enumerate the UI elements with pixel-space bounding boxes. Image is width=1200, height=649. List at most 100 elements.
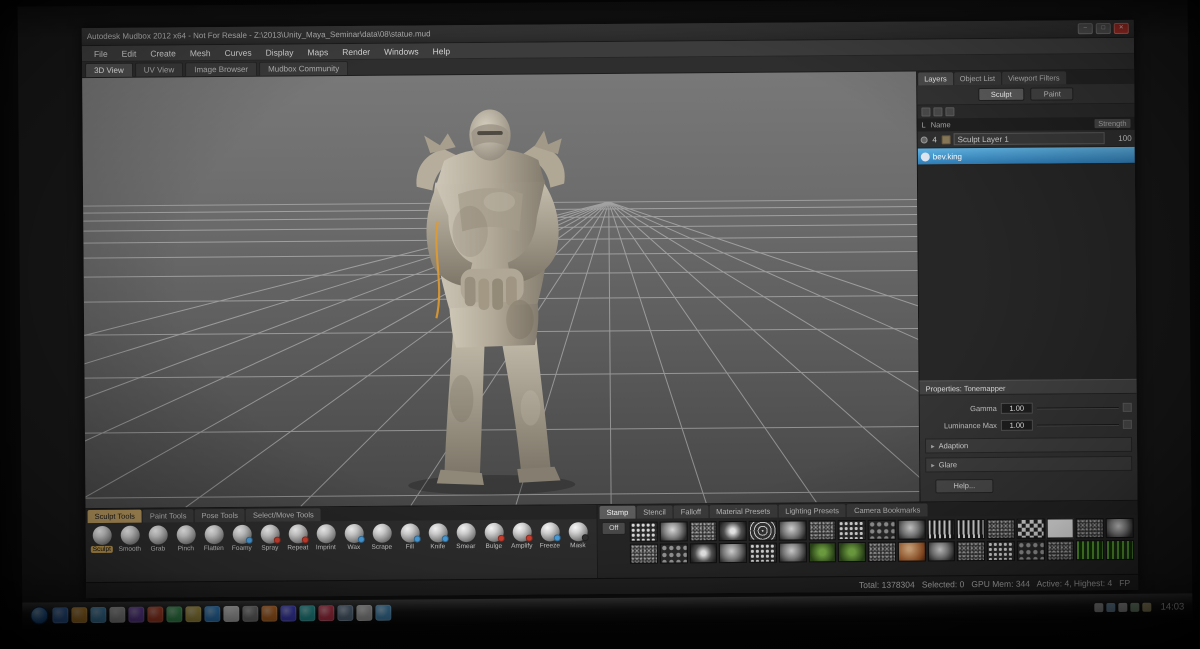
stamp-tab-material-presets[interactable]: Material Presets (709, 505, 777, 519)
taskbar-app-icon[interactable] (375, 605, 391, 621)
menu-mesh[interactable]: Mesh (184, 47, 217, 59)
tool-flatten[interactable]: Flatten (200, 525, 228, 552)
minimize-button[interactable]: – (1078, 23, 1093, 34)
stamp-noise-thumbnail[interactable] (630, 544, 658, 564)
property-value-input[interactable]: 1.00 (1001, 403, 1033, 414)
delete-layer-icon[interactable] (945, 107, 954, 116)
panel-tab-object-list[interactable]: Object List (954, 72, 1002, 85)
stamp-tab-falloff[interactable]: Falloff (674, 505, 708, 518)
view-tab-3d-view[interactable]: 3D View (85, 63, 133, 77)
stamp-rings-thumbnail[interactable] (749, 521, 777, 541)
stamp-dots-thumbnail[interactable] (630, 522, 658, 542)
stamp-bars-thumbnail[interactable] (957, 519, 985, 539)
stamp-blob-thumbnail[interactable] (778, 520, 806, 540)
tool-wax[interactable]: Wax (340, 524, 368, 551)
viewport-3d[interactable] (82, 72, 919, 509)
tray-icon[interactable] (1143, 602, 1152, 611)
stamp-white-thumbnail[interactable] (1046, 518, 1074, 538)
stamp-checker-thumbnail[interactable] (1017, 519, 1045, 539)
view-tab-uv-view[interactable]: UV View (135, 62, 184, 76)
stamp-tab-stencil[interactable]: Stencil (636, 505, 673, 518)
stamp-splat-thumbnail[interactable] (719, 521, 747, 541)
panel-tab-viewport-filters[interactable]: Viewport Filters (1002, 71, 1066, 84)
tool-sculpt[interactable]: Sculpt (88, 526, 116, 553)
tool-scrape[interactable]: Scrape (368, 524, 396, 551)
help-button[interactable]: Help... (935, 479, 993, 493)
stamp-orange-thumbnail[interactable] (898, 541, 926, 561)
taskbar-app-icon[interactable] (204, 606, 220, 622)
taskbar-app-icon[interactable] (147, 606, 163, 622)
tray-icon[interactable] (1107, 602, 1116, 611)
section-adaption[interactable]: ▸Adaption (925, 437, 1132, 454)
stamp-dots-thumbnail[interactable] (987, 541, 1015, 561)
stamp-noise-thumbnail[interactable] (808, 520, 836, 540)
taskbar-app-icon[interactable] (166, 606, 182, 622)
clock[interactable]: 14:03 (1160, 601, 1184, 612)
layer-row-bev-king[interactable]: bev.king (918, 147, 1135, 166)
statue-model[interactable] (341, 82, 639, 497)
menu-file[interactable]: File (88, 47, 114, 59)
stamp-blob-thumbnail[interactable] (659, 521, 687, 541)
tool-bulge[interactable]: Bulge (480, 523, 508, 550)
stamp-dots-thumbnail[interactable] (749, 543, 777, 563)
tool-fill[interactable]: Fill (396, 523, 424, 550)
off-button[interactable]: Off (602, 522, 626, 535)
taskbar-app-icon[interactable] (52, 607, 68, 623)
stamp-cells-thumbnail[interactable] (1017, 541, 1045, 561)
tool-mask[interactable]: Mask (564, 522, 592, 549)
tool-grab[interactable]: Grab (144, 525, 172, 552)
view-tab-image-browser[interactable]: Image Browser (185, 62, 257, 77)
stamp-leaf-thumbnail[interactable] (838, 542, 866, 562)
layer-row-sculpt-layer-1[interactable]: 4Sculpt Layer 1100 (918, 130, 1135, 149)
expression-button[interactable] (1123, 403, 1132, 412)
tool-repeat[interactable]: Repeat (284, 524, 312, 551)
layer-visibility-icon[interactable] (921, 136, 928, 143)
stamp-blob-thumbnail[interactable] (1106, 518, 1134, 538)
stamp-blob-thumbnail[interactable] (719, 543, 747, 563)
stamp-tab-lighting-presets[interactable]: Lighting Presets (778, 504, 846, 518)
property-slider[interactable] (1037, 423, 1119, 426)
menu-help[interactable]: Help (427, 45, 457, 57)
tray-icon[interactable] (1119, 602, 1128, 611)
menu-display[interactable]: Display (260, 46, 300, 58)
tool-tab-paint-tools[interactable]: Paint Tools (143, 509, 194, 522)
paint-mode-button[interactable]: Paint (1031, 87, 1074, 100)
stamp-tab-stamp[interactable]: Stamp (600, 506, 636, 519)
tool-pinch[interactable]: Pinch (172, 525, 200, 552)
add-layer-icon[interactable] (921, 107, 930, 116)
stamp-noise-thumbnail[interactable] (957, 541, 985, 561)
stamp-noise-thumbnail[interactable] (987, 519, 1015, 539)
stamp-tab-camera-bookmarks[interactable]: Camera Bookmarks (847, 503, 927, 517)
stamp-noise-thumbnail[interactable] (868, 542, 896, 562)
menu-create[interactable]: Create (144, 47, 182, 59)
tray-icon[interactable] (1131, 602, 1140, 611)
sculpt-mode-button[interactable]: Sculpt (978, 88, 1025, 101)
stamp-gbars-thumbnail[interactable] (1076, 540, 1104, 560)
stamp-cells-thumbnail[interactable] (868, 520, 896, 540)
tray-icon[interactable] (1095, 603, 1104, 612)
property-value-input[interactable]: 1.00 (1001, 420, 1033, 431)
section-glare[interactable]: ▸Glare (925, 456, 1132, 473)
tool-tab-sculpt-tools[interactable]: Sculpt Tools (88, 510, 142, 523)
close-button[interactable]: ✕ (1114, 23, 1129, 34)
stamp-blob-thumbnail[interactable] (898, 519, 926, 539)
tool-tab-select-move-tools[interactable]: Select/Move Tools (246, 508, 321, 522)
maximize-button[interactable]: □ (1096, 23, 1111, 34)
taskbar-app-icon[interactable] (261, 606, 277, 622)
stamp-blob-thumbnail[interactable] (779, 542, 807, 562)
expression-button[interactable] (1123, 420, 1132, 429)
taskbar-app-icon[interactable] (299, 605, 315, 621)
stamp-cells-thumbnail[interactable] (660, 543, 688, 563)
tool-smooth[interactable]: Smooth (116, 526, 144, 553)
stamp-blob-thumbnail[interactable] (927, 541, 955, 561)
new-folder-icon[interactable] (933, 107, 942, 116)
tool-freeze[interactable]: Freeze (536, 522, 564, 549)
taskbar-app-icon[interactable] (337, 605, 353, 621)
stamp-splat-thumbnail[interactable] (689, 543, 717, 563)
stamp-leaf-thumbnail[interactable] (808, 542, 836, 562)
menu-maps[interactable]: Maps (301, 46, 334, 58)
property-slider[interactable] (1037, 406, 1119, 409)
menu-windows[interactable]: Windows (378, 45, 425, 57)
tool-imprint[interactable]: Imprint (312, 524, 340, 551)
tool-tab-pose-tools[interactable]: Pose Tools (194, 509, 245, 522)
